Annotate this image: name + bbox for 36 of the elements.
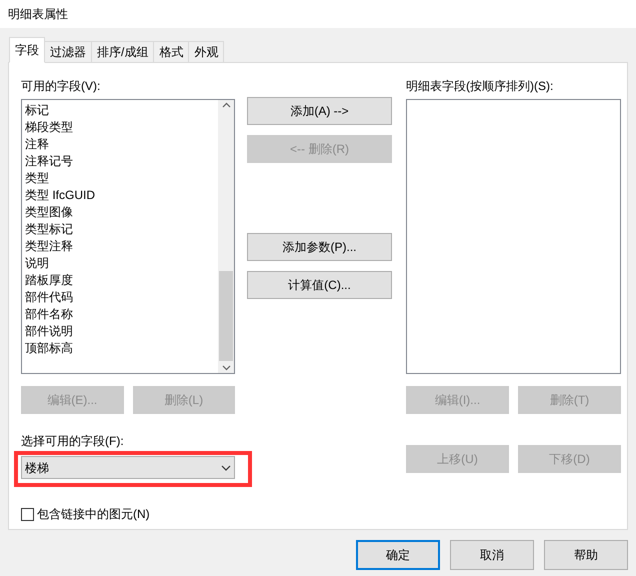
list-item[interactable]: 踏板厚度 (25, 272, 218, 289)
list-item[interactable]: 梯段类型 (25, 119, 218, 136)
field-label: 可用的字段(V): (21, 78, 102, 95)
checkbox[interactable] (21, 508, 34, 520)
action-button[interactable]: 添加(A) --> (247, 97, 392, 125)
dialog-button[interactable]: 确定 (356, 540, 440, 570)
tab[interactable]: 外观 (188, 41, 224, 63)
dialog-button[interactable]: 取消 (450, 540, 534, 570)
action-button[interactable]: 添加参数(P)... (247, 233, 392, 261)
list-item[interactable]: 标记 (25, 102, 218, 119)
field-label: 明细表字段(按顺序排列)(S): (406, 78, 554, 95)
list-item[interactable]: 部件名称 (25, 306, 218, 323)
checkbox-label: 包含链接中的图元(N) (37, 506, 150, 523)
list-item[interactable]: 部件代码 (25, 289, 218, 306)
window-title: 明细表属性 (8, 6, 68, 23)
dialog-button[interactable]: 帮助 (544, 540, 628, 570)
scroll-up-icon[interactable] (222, 102, 230, 108)
scroll-down-icon[interactable] (222, 365, 230, 371)
scroll-thumb[interactable] (219, 271, 233, 361)
tab[interactable]: 字段 (9, 37, 45, 63)
list-item[interactable]: 注释 (25, 136, 218, 153)
list-item[interactable]: 部件说明 (25, 323, 218, 340)
list-item[interactable]: 类型标记 (25, 221, 218, 238)
list-item[interactable]: 类型图像 (25, 204, 218, 221)
field-dropdown[interactable]: 楼梯 (21, 456, 235, 479)
list-item[interactable]: 注释记号 (25, 153, 218, 170)
scrollbar[interactable] (218, 100, 234, 373)
list-item[interactable]: 类型 (25, 170, 218, 187)
list-item[interactable]: 顶部标高 (25, 340, 218, 357)
list-item[interactable]: 类型 IfcGUID (25, 187, 218, 204)
field-label: 选择可用的字段(F): (21, 433, 125, 450)
dropdown-value: 楼梯 (25, 460, 49, 476)
list-item[interactable]: 说明 (25, 255, 218, 272)
action-button[interactable]: 计算值(C)... (247, 271, 392, 299)
chevron-down-icon (221, 464, 231, 470)
list-item[interactable]: 类型注释 (25, 238, 218, 255)
